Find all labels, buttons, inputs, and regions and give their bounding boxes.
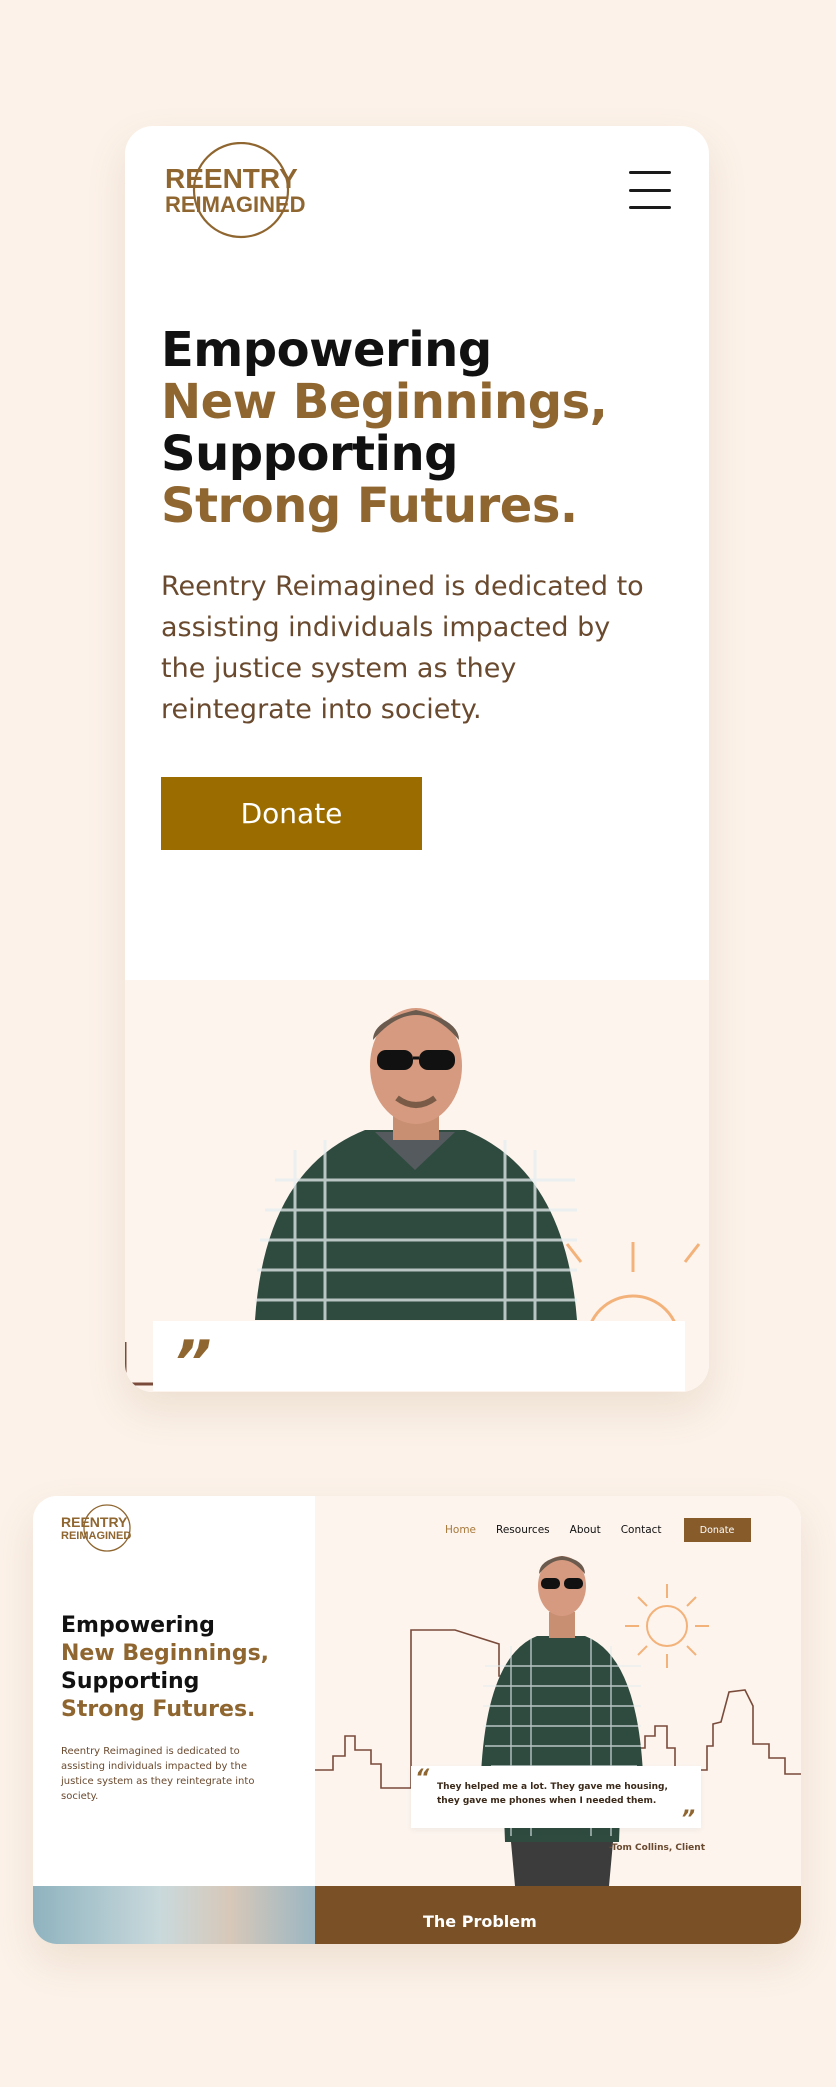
quote-open-icon: “ xyxy=(415,1766,430,1791)
hero-line4: Strong Futures. xyxy=(161,478,578,534)
person-photo xyxy=(255,1008,577,1320)
hero-line3: Supporting xyxy=(61,1669,200,1694)
testimonial-quote: They helped me a lot. They gave me housi… xyxy=(437,1782,668,1806)
problem-section: The Problem xyxy=(315,1886,801,1944)
hero-scene xyxy=(315,1556,801,1886)
sun-icon xyxy=(625,1584,709,1668)
testimonial-card: ” xyxy=(153,1321,685,1392)
quote-close-icon: ” xyxy=(680,1807,695,1832)
logo-line2: REIMAGINED xyxy=(61,1530,131,1542)
hero-title: Empowering New Beginnings, Supporting St… xyxy=(61,1612,311,1724)
testimonial-author: -Tom Collins, Client xyxy=(609,1843,705,1853)
hero-line2: New Beginnings, xyxy=(161,374,608,430)
hero-line4: Strong Futures. xyxy=(61,1697,256,1722)
quote-mark-icon: ” xyxy=(173,1328,212,1392)
testimonial-card: “ They helped me a lot. They gave me hou… xyxy=(411,1766,701,1832)
desktop-mockup: REENTRY REIMAGINED Home Resources About … xyxy=(33,1496,801,1944)
hero-line3: Supporting xyxy=(161,426,459,482)
donate-button[interactable]: Donate xyxy=(161,777,422,850)
hero-line1: Empowering xyxy=(161,322,492,378)
section-image xyxy=(33,1886,315,1944)
hero-description: Reentry Reimagined is dedicated to assis… xyxy=(161,571,644,725)
logo-line1: REENTRY xyxy=(165,163,298,194)
person-photo xyxy=(479,1556,645,1886)
logo[interactable]: REENTRY REIMAGINED xyxy=(161,141,321,242)
hamburger-menu-icon[interactable] xyxy=(629,171,671,209)
hero-line2: New Beginnings, xyxy=(61,1641,270,1666)
hero-line1: Empowering xyxy=(61,1613,215,1638)
logo-line1: REENTRY xyxy=(61,1514,128,1530)
logo-line2: REIMAGINED xyxy=(165,192,306,217)
mobile-mockup: REENTRY REIMAGINED Empowering New Beginn… xyxy=(125,126,709,1392)
hero-description: Reentry Reimagined is dedicated to assis… xyxy=(61,1746,255,1802)
logo[interactable]: REENTRY REIMAGINED xyxy=(59,1502,143,1554)
hero-title: Empowering New Beginnings, Supporting St… xyxy=(161,324,681,532)
problem-section-title: The Problem xyxy=(423,1912,537,1931)
